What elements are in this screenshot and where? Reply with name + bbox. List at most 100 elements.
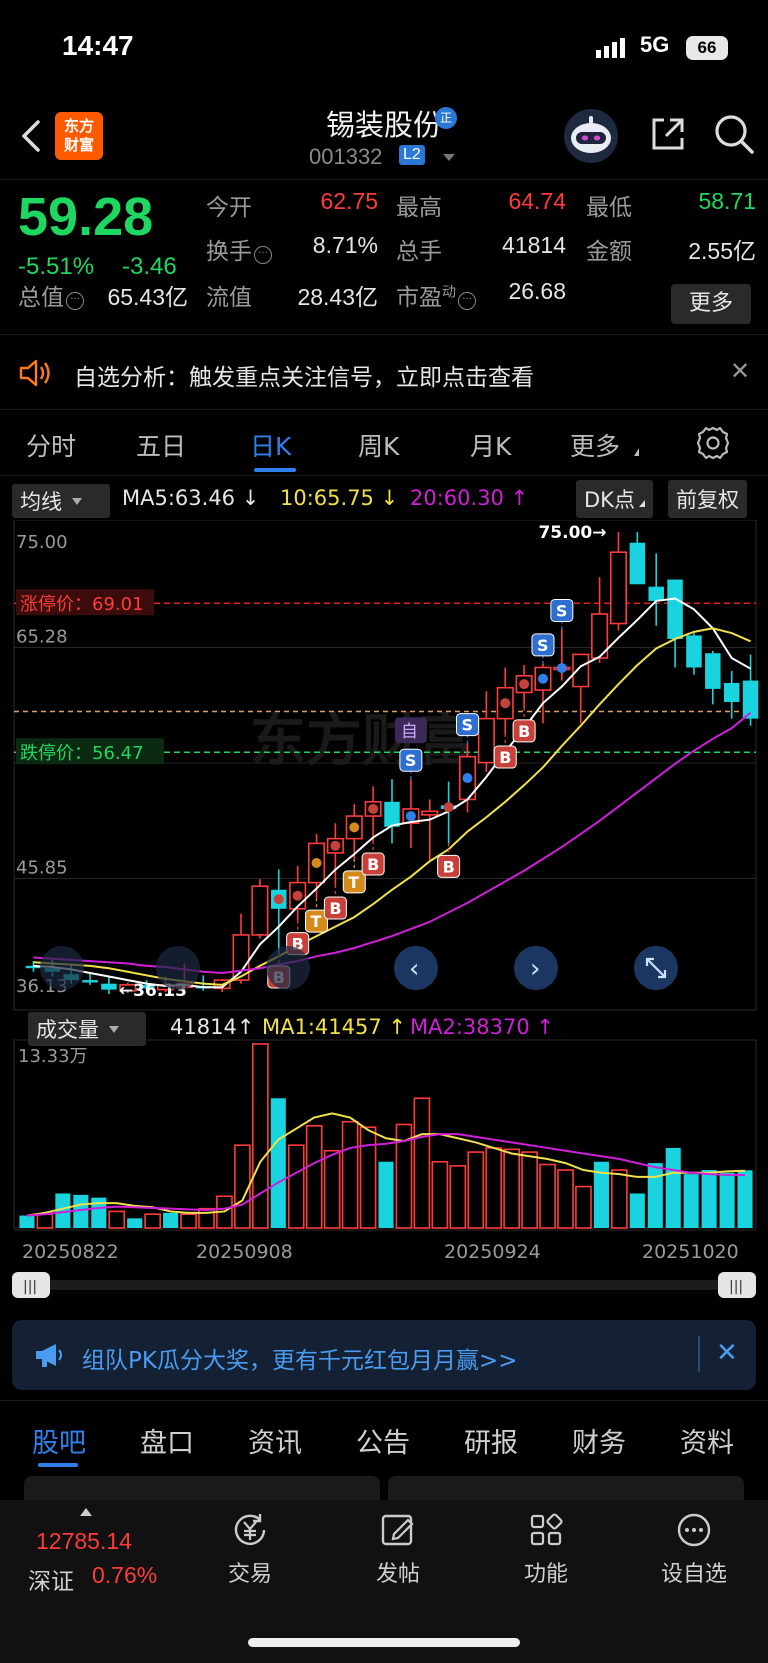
dock-post-label: 发帖 bbox=[375, 1562, 420, 1587]
volume-bar-down bbox=[701, 1170, 717, 1228]
volume-bar-up bbox=[234, 1144, 251, 1229]
tab-five-day[interactable]: 五日 bbox=[136, 427, 186, 463]
caret-up-icon[interactable] bbox=[80, 1508, 92, 1516]
volume-dropdown[interactable]: 成交量 bbox=[28, 1012, 146, 1046]
chart-left-button[interactable]: ‹ bbox=[394, 946, 438, 990]
robot-assistant-icon[interactable] bbox=[563, 108, 619, 164]
edit-icon bbox=[381, 1514, 414, 1546]
chevron-down-icon bbox=[72, 498, 82, 505]
indicator-dropdown[interactable]: 均线 bbox=[12, 484, 110, 518]
signal-label: B bbox=[443, 857, 455, 876]
amount-value: 2.55亿 bbox=[688, 238, 756, 264]
ma10-readout: 10:65.75 ↓ bbox=[280, 486, 398, 510]
float-cap-label: 流值 bbox=[206, 285, 252, 311]
promo-banner[interactable]: 组队PK瓜分大奖，更有千元红包月月赢>> ✕ bbox=[12, 1320, 756, 1390]
signal-label: B bbox=[367, 855, 379, 874]
volume-bar-down bbox=[270, 1098, 286, 1228]
tab-research[interactable]: 研报 bbox=[464, 1421, 518, 1460]
chart-expand-button[interactable] bbox=[634, 946, 678, 990]
tab-order-book[interactable]: 盘口 bbox=[140, 1421, 194, 1460]
home-indicator bbox=[248, 1638, 520, 1647]
index-value[interactable]: 12785.14 bbox=[36, 1528, 132, 1555]
signal-dot bbox=[462, 773, 473, 784]
market-cap-label: 总值 ··· bbox=[18, 278, 84, 312]
analysis-alert-bar[interactable]: 自选分析：触发重点关注信号，立即点击查看 ✕ bbox=[0, 334, 768, 410]
pe-label: 市盈动 ··· bbox=[396, 278, 476, 312]
tab-forum[interactable]: 股吧 bbox=[32, 1421, 86, 1460]
tab-intraday[interactable]: 分时 bbox=[26, 427, 76, 463]
chart-control-button[interactable] bbox=[156, 946, 200, 990]
ma20-readout: 20:60.30 ↑ bbox=[410, 486, 528, 510]
chart-scrollbar-track bbox=[12, 1280, 756, 1290]
chevron-down-icon[interactable] bbox=[443, 154, 455, 161]
dk-point-label: DK点 bbox=[584, 488, 635, 512]
turnover-value: 8.71% bbox=[312, 232, 378, 258]
chart-right-button[interactable]: › bbox=[514, 946, 558, 990]
tab-profile[interactable]: 资料 bbox=[680, 1421, 734, 1460]
date-label: 20251020 bbox=[642, 1241, 739, 1263]
open-label: 今开 bbox=[206, 195, 252, 221]
adjust-button[interactable]: 前复权 bbox=[668, 480, 747, 518]
price-tick-label: 65.28 bbox=[16, 627, 68, 648]
dock-post[interactable]: 发帖 bbox=[358, 1510, 438, 1588]
active-tab-indicator bbox=[254, 468, 296, 472]
signal-label: B bbox=[518, 722, 530, 741]
candle-down bbox=[686, 635, 702, 668]
stock-code[interactable]: 001332 bbox=[309, 144, 382, 170]
info-icon[interactable]: ··· bbox=[254, 246, 272, 264]
volume-bar-up bbox=[431, 1160, 449, 1229]
gear-icon[interactable] bbox=[696, 426, 730, 460]
volume-bar-up bbox=[287, 1144, 305, 1229]
network-label: 5G bbox=[640, 32, 670, 57]
chart-control-button[interactable] bbox=[266, 946, 310, 990]
signal-icon bbox=[596, 38, 625, 58]
control-circle bbox=[156, 946, 200, 990]
signal-dot bbox=[311, 858, 322, 869]
signal-label: T bbox=[311, 912, 322, 931]
tab-news[interactable]: 资讯 bbox=[248, 1421, 302, 1460]
arrow-up-icon: ↑ bbox=[236, 1015, 255, 1039]
candle-up bbox=[609, 551, 627, 625]
close-icon[interactable]: ✕ bbox=[730, 357, 750, 385]
share-icon[interactable] bbox=[648, 114, 688, 154]
chevron-down-icon bbox=[109, 1026, 119, 1033]
kline-chart[interactable]: 东方财富 75.0065.2855.5745.8536.13 涨停价：69.01… bbox=[0, 519, 768, 1310]
kline-chart-area[interactable]: 东方财富 75.0065.2855.5745.8536.13 涨停价：69.01… bbox=[0, 519, 768, 1310]
dock-add-watchlist[interactable]: 设自选 bbox=[654, 1510, 734, 1588]
last-price: 59.28 bbox=[18, 187, 154, 247]
signal-dot bbox=[349, 822, 360, 833]
divider bbox=[698, 1336, 700, 1372]
signal-dot bbox=[330, 840, 341, 851]
tab-weekly-k[interactable]: 周K bbox=[358, 427, 399, 463]
limit-down-label: 跌停价：56.47 bbox=[20, 743, 144, 764]
close-icon[interactable]: ✕ bbox=[716, 1338, 738, 1368]
ma20-value: 20:60.30 bbox=[410, 486, 504, 510]
grid-icon bbox=[530, 1513, 563, 1546]
volume-ma2: MA2:38370 ↑ bbox=[410, 1015, 554, 1039]
chart-control-button[interactable] bbox=[40, 946, 84, 990]
more-button[interactable]: 更多 bbox=[671, 284, 751, 324]
info-icon[interactable]: ··· bbox=[458, 292, 476, 310]
tab-financials[interactable]: 财务 bbox=[572, 1421, 626, 1460]
control-circle bbox=[40, 946, 84, 990]
tab-monthly-k[interactable]: 月K bbox=[470, 427, 511, 463]
dock-trade-label: 交易 bbox=[227, 1562, 272, 1587]
volume-bar-up bbox=[503, 1148, 520, 1229]
tab-daily-k[interactable]: 日K bbox=[250, 427, 291, 463]
dock-trade[interactable]: 交易 bbox=[210, 1510, 290, 1588]
indicator-dropdown-label: 均线 bbox=[20, 490, 62, 514]
info-icon[interactable]: ··· bbox=[66, 292, 84, 310]
index-change[interactable]: 0.76% bbox=[92, 1562, 157, 1589]
index-name[interactable]: 深证 bbox=[28, 1562, 74, 1596]
dock-functions[interactable]: 功能 bbox=[506, 1510, 586, 1588]
tab-announcements[interactable]: 公告 bbox=[356, 1421, 410, 1460]
search-icon[interactable] bbox=[712, 112, 756, 156]
signal-dot bbox=[292, 890, 303, 901]
tab-more[interactable]: 更多 bbox=[570, 427, 620, 463]
dk-point-button[interactable]: DK点 bbox=[576, 480, 653, 518]
arrow-up-icon: ↑ bbox=[529, 1015, 555, 1039]
limit-up-label: 涨停价：69.01 bbox=[20, 594, 144, 615]
price-tick-label: 75.00 bbox=[16, 532, 68, 553]
arrow-down-icon: ↓ bbox=[235, 486, 260, 510]
volume-bar-down bbox=[719, 1172, 735, 1228]
